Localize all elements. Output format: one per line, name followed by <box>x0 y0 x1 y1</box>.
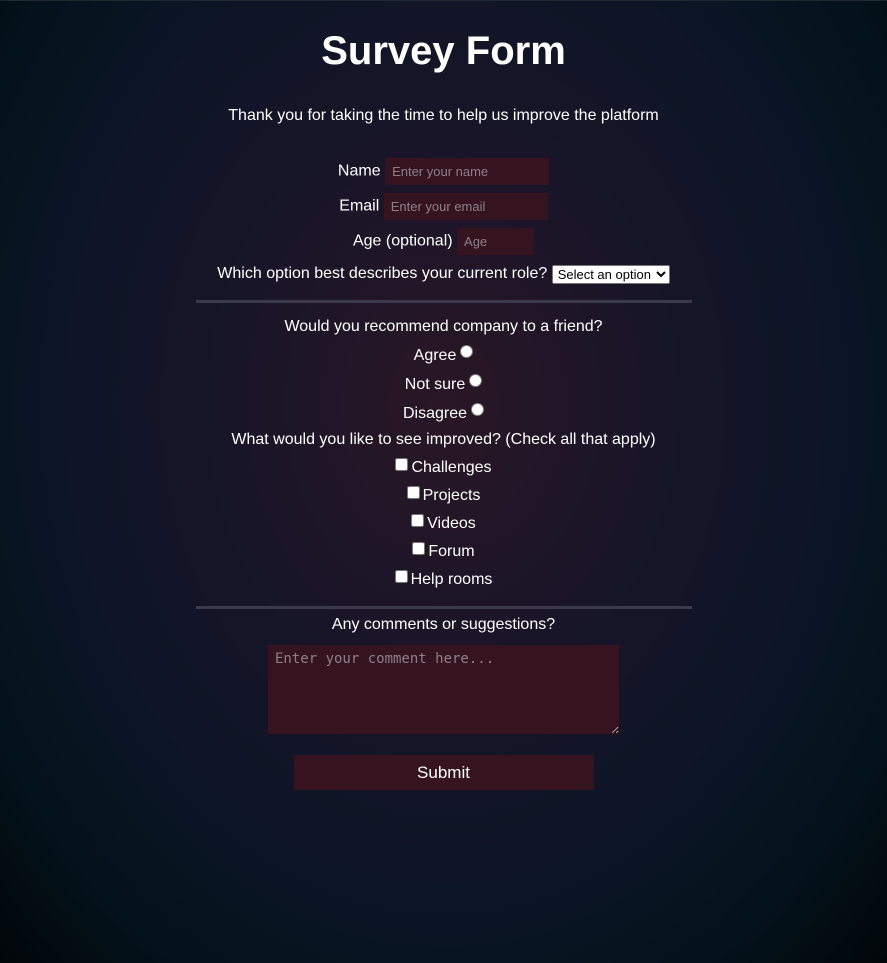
improve-option-forum[interactable]: Forum <box>0 542 887 562</box>
age-label: Age (optional) <box>352 232 453 250</box>
improve-option-projects[interactable]: Projects <box>0 486 887 506</box>
recommend-option-label: Not sure <box>404 376 466 394</box>
section-divider <box>195 300 692 304</box>
email-row: Email <box>0 193 887 220</box>
challenges-checkbox[interactable] <box>395 458 409 472</box>
improve-option-help-rooms[interactable]: Help rooms <box>0 570 887 590</box>
email-input[interactable] <box>383 193 548 220</box>
disagree-radio[interactable] <box>471 403 485 417</box>
videos-checkbox[interactable] <box>411 514 425 528</box>
improve-question: What would you like to see improved? (Ch… <box>231 431 656 449</box>
improve-option-challenges[interactable]: Challenges <box>0 458 887 478</box>
improve-option-label: Help rooms <box>410 571 493 589</box>
survey-form: Name Email Age (optional) Which option b… <box>0 158 887 791</box>
section-divider <box>195 606 692 610</box>
improve-option-label: Videos <box>427 515 476 533</box>
recommend-option-label: Disagree <box>402 405 468 423</box>
not-sure-radio[interactable] <box>469 374 483 388</box>
recommend-question: Would you recommend company to a friend? <box>284 318 603 336</box>
recommend-option-disagree[interactable]: Disagree <box>0 403 887 424</box>
recommend-option-label: Agree <box>413 347 457 365</box>
role-select[interactable]: Select an option <box>551 264 670 284</box>
age-input[interactable] <box>457 228 535 255</box>
submit-button[interactable]: Submit <box>293 755 594 791</box>
age-row: Age (optional) <box>0 228 887 255</box>
recommend-option-not-sure[interactable]: Not sure <box>0 374 887 395</box>
improve-option-label: Challenges <box>411 459 492 477</box>
name-label: Name <box>337 162 381 180</box>
page-title: Survey Form <box>321 29 566 73</box>
comments-question: Any comments or suggestions? <box>331 616 556 634</box>
improve-option-label: Projects <box>422 487 481 505</box>
improve-option-label: Forum <box>428 543 475 561</box>
role-row: Which option best describes your current… <box>0 264 887 284</box>
improve-option-videos[interactable]: Videos <box>0 514 887 534</box>
survey-page: Survey Form Thank you for taking the tim… <box>0 0 887 791</box>
page-description: Thank you for taking the time to help us… <box>228 107 659 124</box>
comments-textarea[interactable] <box>268 645 619 735</box>
help-rooms-checkbox[interactable] <box>394 570 408 584</box>
agree-radio[interactable] <box>460 345 474 359</box>
recommend-option-agree[interactable]: Agree <box>0 345 887 366</box>
forum-checkbox[interactable] <box>412 542 426 556</box>
name-row: Name <box>0 158 887 185</box>
name-input[interactable] <box>385 158 550 185</box>
email-label: Email <box>339 197 380 215</box>
projects-checkbox[interactable] <box>406 486 420 500</box>
role-label: Which option best describes your current… <box>217 265 548 282</box>
